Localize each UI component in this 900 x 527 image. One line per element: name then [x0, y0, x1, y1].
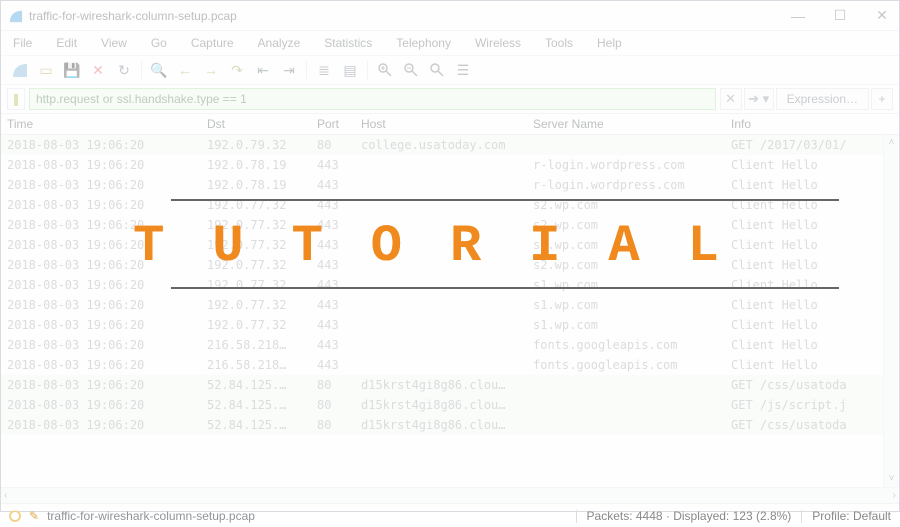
resize-columns-icon[interactable]: ☰ — [452, 59, 474, 81]
colorize-icon[interactable]: ▤ — [339, 59, 361, 81]
table-row[interactable]: 2018-08-03 19:06:20192.0.79.3280college.… — [1, 135, 899, 155]
header-info[interactable]: Info — [725, 114, 899, 134]
header-server-name[interactable]: Server Name — [527, 114, 725, 134]
maximize-button[interactable]: ☐ — [831, 7, 849, 24]
find-packet-icon[interactable]: 🔍 — [148, 59, 170, 81]
table-row[interactable]: 2018-08-03 19:06:20192.0.78.19443r-login… — [1, 175, 899, 195]
table-row[interactable]: 2018-08-03 19:06:20192.0.77.32443s2.wp.c… — [1, 215, 899, 235]
status-packet-counts: Packets: 4448 · Displayed: 123 (2.8%) — [587, 509, 792, 523]
zoom-out-icon[interactable] — [400, 59, 422, 81]
menu-statistics[interactable]: Statistics — [324, 36, 372, 50]
table-row[interactable]: 2018-08-03 19:06:20192.0.77.32443s1.wp.c… — [1, 275, 899, 295]
go-first-icon[interactable]: ⇤ — [252, 59, 274, 81]
apply-filter-button[interactable]: ➔ ▾ — [744, 88, 774, 110]
table-row[interactable]: 2018-08-03 19:06:20192.0.77.32443s1.wp.c… — [1, 315, 899, 335]
add-filter-button[interactable]: + — [871, 88, 893, 110]
menu-tools[interactable]: Tools — [545, 36, 573, 50]
header-port[interactable]: Port — [311, 114, 355, 134]
menu-analyze[interactable]: Analyze — [258, 36, 301, 50]
clear-filter-button[interactable]: ✕ — [720, 88, 742, 110]
table-row[interactable]: 2018-08-03 19:06:20192.0.77.32443s1.wp.c… — [1, 295, 899, 315]
table-row[interactable]: 2018-08-03 19:06:2052.84.125.…80d15krst4… — [1, 395, 899, 415]
table-row[interactable]: 2018-08-03 19:06:20192.0.77.32443s2.wp.c… — [1, 255, 899, 275]
scroll-down-icon[interactable]: ˅ — [884, 471, 899, 487]
table-row[interactable]: 2018-08-03 19:06:2052.84.125.…80d15krst4… — [1, 375, 899, 395]
go-to-packet-icon[interactable]: ↷ — [226, 59, 248, 81]
menu-edit[interactable]: Edit — [56, 36, 77, 50]
menu-go[interactable]: Go — [151, 36, 167, 50]
header-host[interactable]: Host — [355, 114, 527, 134]
save-icon[interactable]: 💾 — [61, 59, 83, 81]
filter-bookmark-icon[interactable]: ❚ — [7, 88, 25, 110]
header-time[interactable]: Time — [1, 114, 201, 134]
go-forward-icon[interactable]: → — [200, 59, 222, 81]
expression-button[interactable]: Expression… — [776, 88, 869, 110]
menu-wireless[interactable]: Wireless — [475, 36, 521, 50]
horizontal-scrollbar[interactable]: ‹ › — [1, 487, 899, 503]
edit-capture-icon[interactable]: ✎ — [29, 509, 39, 523]
menu-telephony[interactable]: Telephony — [396, 36, 451, 50]
zoom-in-icon[interactable] — [374, 59, 396, 81]
scroll-right-icon[interactable]: › — [893, 490, 896, 501]
close-file-icon[interactable]: ✕ — [87, 59, 109, 81]
table-row[interactable]: 2018-08-03 19:06:2052.84.125.…80d15krst4… — [1, 415, 899, 435]
table-row[interactable]: 2018-08-03 19:06:20192.0.77.32443s2.wp.c… — [1, 195, 899, 215]
wireshark-fin-icon — [9, 9, 23, 23]
table-row[interactable]: 2018-08-03 19:06:20216.58.218…443fonts.g… — [1, 355, 899, 375]
header-dst[interactable]: Dst — [201, 114, 311, 134]
packet-list[interactable]: 2018-08-03 19:06:20192.0.79.3280college.… — [1, 135, 899, 487]
status-file-name: traffic-for-wireshark-column-setup.pcap — [47, 509, 255, 523]
zoom-reset-icon[interactable] — [426, 59, 448, 81]
display-filter-text: http.request or ssl.handshake.type == 1 — [36, 92, 247, 106]
display-filter-input[interactable]: http.request or ssl.handshake.type == 1 — [29, 88, 716, 110]
minimize-button[interactable]: — — [789, 7, 807, 24]
table-row[interactable]: 2018-08-03 19:06:20192.0.78.19443r-login… — [1, 155, 899, 175]
start-capture-icon[interactable] — [9, 59, 31, 81]
reload-icon[interactable]: ↻ — [113, 59, 135, 81]
scroll-up-icon[interactable]: ˄ — [884, 135, 899, 151]
column-headers[interactable]: Time Dst Port Host Server Name Info — [1, 113, 899, 135]
toolbar: ▭ 💾 ✕ ↻ 🔍 ← → ↷ ⇤ ⇥ ≣ ▤ ☰ — [1, 55, 899, 85]
window-title: traffic-for-wireshark-column-setup.pcap — [29, 9, 237, 23]
menu-view[interactable]: View — [101, 36, 127, 50]
open-file-icon[interactable]: ▭ — [35, 59, 57, 81]
go-last-icon[interactable]: ⇥ — [278, 59, 300, 81]
filter-bar: ❚ http.request or ssl.handshake.type == … — [1, 85, 899, 113]
menu-help[interactable]: Help — [597, 36, 622, 50]
status-profile[interactable]: Profile: Default — [812, 509, 891, 523]
menu-capture[interactable]: Capture — [191, 36, 234, 50]
vertical-scrollbar[interactable]: ˄ ˅ — [883, 135, 899, 487]
titlebar: traffic-for-wireshark-column-setup.pcap … — [1, 1, 899, 31]
expert-info-icon[interactable] — [9, 510, 21, 522]
auto-scroll-icon[interactable]: ≣ — [313, 59, 335, 81]
table-row[interactable]: 2018-08-03 19:06:20216.58.218…443fonts.g… — [1, 335, 899, 355]
status-bar: ✎ traffic-for-wireshark-column-setup.pca… — [1, 503, 899, 527]
menubar: File Edit View Go Capture Analyze Statis… — [1, 31, 899, 55]
table-row[interactable]: 2018-08-03 19:06:20192.0.77.32443s2.wp.c… — [1, 235, 899, 255]
go-back-icon[interactable]: ← — [174, 59, 196, 81]
scroll-left-icon[interactable]: ‹ — [4, 490, 7, 501]
close-button[interactable]: ✕ — [873, 7, 891, 24]
menu-file[interactable]: File — [13, 36, 32, 50]
